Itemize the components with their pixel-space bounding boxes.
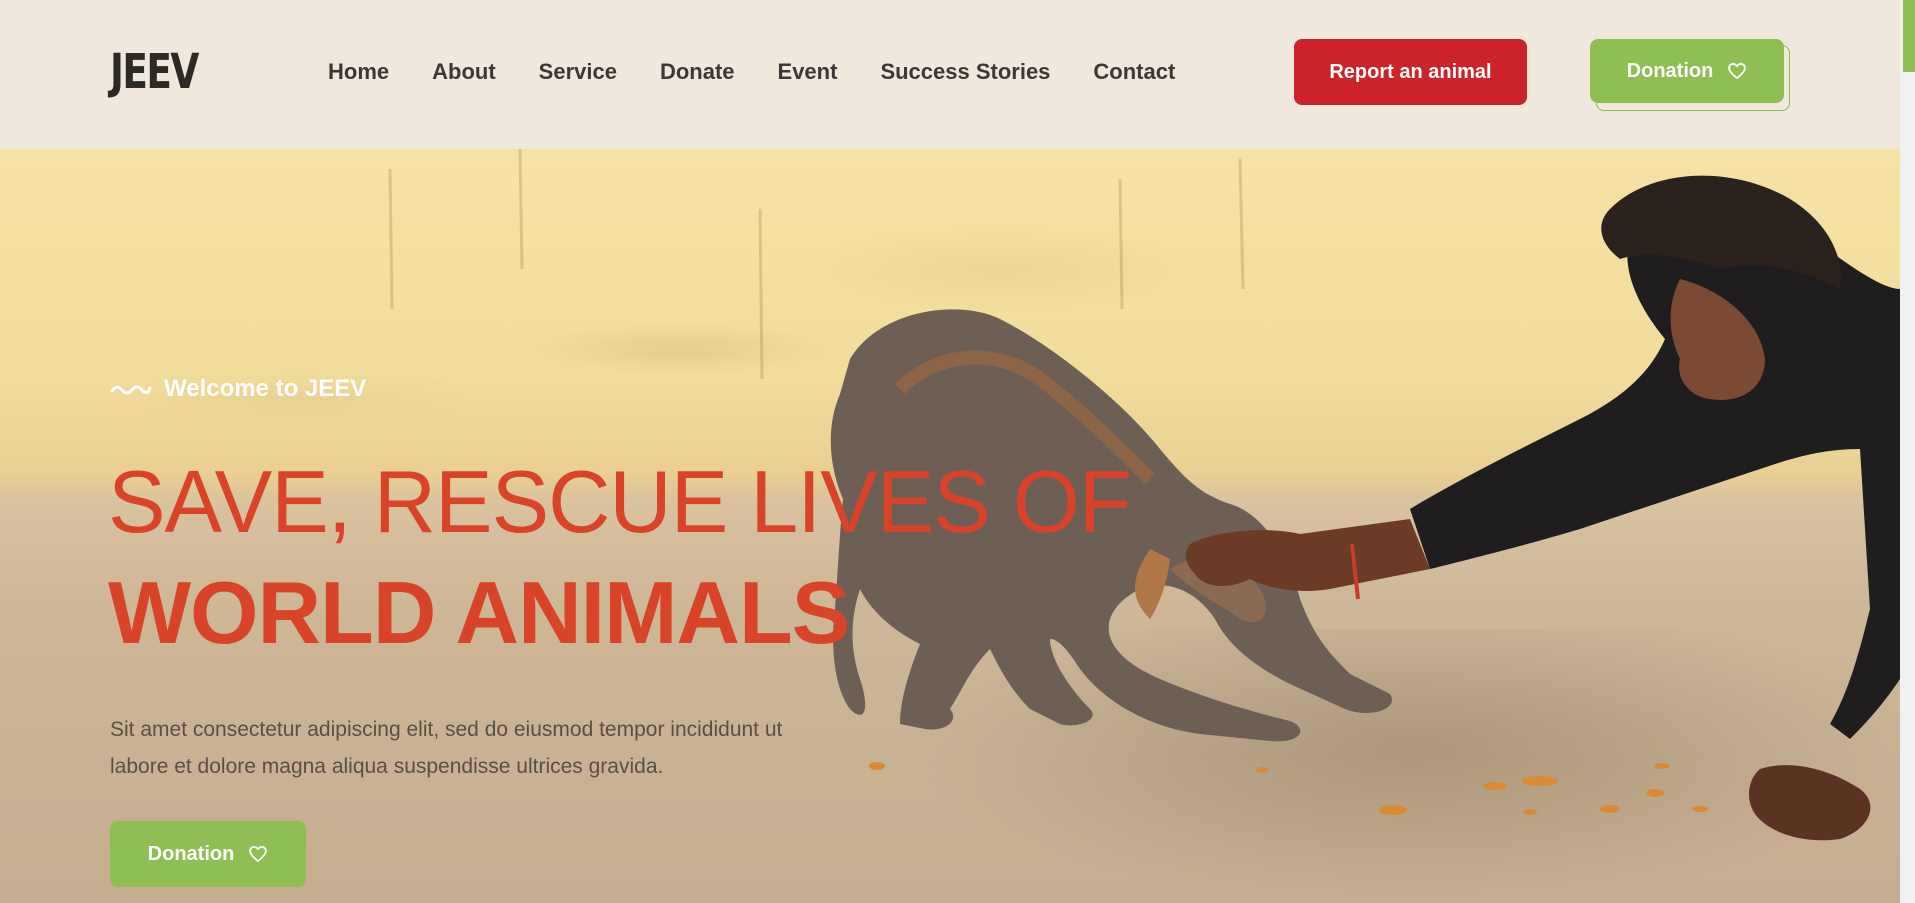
header-donation-button-wrap: Donation — [1590, 39, 1790, 111]
scrollbar-thumb[interactable] — [1903, 0, 1915, 72]
welcome-text: Welcome to JEEV — [164, 375, 367, 402]
site-logo[interactable]: JEEV — [110, 44, 199, 100]
nav-about[interactable]: About — [432, 59, 496, 85]
nav-donate[interactable]: Donate — [660, 59, 735, 85]
header-donation-button[interactable]: Donation — [1590, 39, 1784, 103]
hero-headline-line1: SAVE, RESCUE LIVES OF — [108, 452, 1132, 551]
hero-headline-line2: WORLD ANIMALS — [108, 563, 850, 662]
nav-home[interactable]: Home — [328, 59, 389, 85]
wave-icon — [110, 385, 152, 395]
man-figure — [1185, 175, 1900, 841]
food-crumbs — [869, 762, 1708, 815]
hero-donation-button[interactable]: Donation — [110, 821, 306, 887]
welcome-tagline: Welcome to JEEV — [110, 375, 366, 403]
wall-drips — [388, 149, 1245, 380]
site-header: JEEV Home About Service Donate Event Suc… — [0, 0, 1900, 149]
hero-description: Sit amet consectetur adipiscing elit, se… — [110, 718, 783, 778]
hero-section: Welcome to JEEV SAVE, RESCUE LIVES OF WO… — [0, 149, 1900, 903]
heart-icon — [1728, 63, 1747, 80]
nav-contact[interactable]: Contact — [1093, 59, 1175, 85]
report-animal-button[interactable]: Report an animal — [1294, 39, 1527, 105]
nav-success-stories[interactable]: Success Stories — [880, 59, 1050, 85]
nav-service[interactable]: Service — [539, 59, 617, 85]
main-nav: Home About Service Donate Event Success … — [328, 55, 1218, 89]
report-animal-label: Report an animal — [1329, 60, 1492, 83]
nav-event[interactable]: Event — [778, 59, 838, 85]
page-scrollbar[interactable] — [1900, 0, 1915, 903]
hero-donation-label: Donation — [147, 842, 235, 865]
heart-icon — [249, 846, 268, 862]
header-donation-label: Donation — [1626, 59, 1714, 82]
